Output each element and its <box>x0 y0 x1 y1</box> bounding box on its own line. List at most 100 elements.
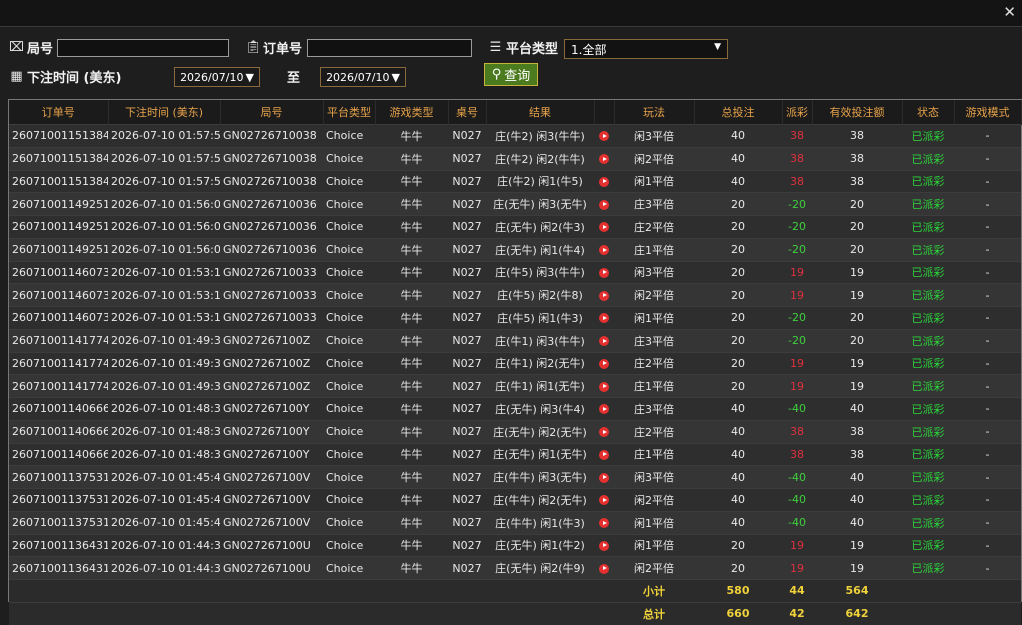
table-row[interactable]: 260710011375311 2026-07-10 01:45:40 GN0272… <box>9 510 1021 534</box>
play-video-icon[interactable] <box>599 199 609 210</box>
search-button[interactable]: ⚲ 查询 <box>484 63 538 86</box>
play-video-icon[interactable] <box>599 518 609 529</box>
cell-round-id: GN02726710033 <box>220 283 323 307</box>
cell-video[interactable] <box>594 465 614 489</box>
table-row[interactable]: 260710011417742 2026-07-10 01:49:32 GN0272… <box>9 351 1021 375</box>
cell-video[interactable] <box>594 442 614 466</box>
play-video-icon[interactable] <box>599 290 609 301</box>
cell-round-id: GN02726710036 <box>220 215 323 239</box>
date-to-picker[interactable]: 2026/07/10 ▼ <box>320 67 406 87</box>
cell-valid-bet: 40 <box>812 488 902 512</box>
cell-valid-bet: 38 <box>812 124 902 148</box>
cell-payout: 38 <box>782 442 812 466</box>
cell-play-type: 庄1平倍 <box>614 374 694 398</box>
table-row[interactable]: 260710011406664 2026-07-10 01:48:35 GN0272… <box>9 419 1021 443</box>
cell-play-type: 庄3平倍 <box>614 192 694 216</box>
table-row[interactable]: 260710011513843 2026-07-10 01:57:59 GN0272… <box>9 169 1021 193</box>
play-video-icon[interactable] <box>599 563 609 574</box>
cell-video[interactable] <box>594 328 614 352</box>
table-row[interactable]: 260710011417743 2026-07-10 01:49:32 GN0272… <box>9 328 1021 352</box>
table-row[interactable]: 260710011513845 2026-07-10 01:57:59 GN0272… <box>9 124 1021 148</box>
table-row[interactable]: 260710011364316 2026-07-10 01:44:37 GN0272… <box>9 533 1021 557</box>
cell-video[interactable] <box>594 169 614 193</box>
round-input[interactable] <box>57 39 229 57</box>
cell-platform-type: Choice <box>323 283 375 307</box>
play-video-icon[interactable] <box>599 449 609 460</box>
cell-video[interactable] <box>594 215 614 239</box>
order-label: 📋︎ 订单号 <box>245 40 303 57</box>
subtotal-row-valid: 564 <box>812 579 902 603</box>
play-video-icon[interactable] <box>599 540 609 551</box>
subtotal-row-payout: 44 <box>782 579 812 603</box>
cell-status: 已派彩 <box>902 283 954 307</box>
table-row[interactable]: 260710011492515 2026-07-10 01:56:01 GN0272… <box>9 192 1021 216</box>
table-row[interactable]: 260710011417741 2026-07-10 01:49:32 GN0272… <box>9 374 1021 398</box>
cell-game-mode: - <box>954 419 1021 443</box>
close-icon[interactable]: ✕ <box>1003 3 1016 21</box>
cell-game-type: 牛牛 <box>375 397 448 421</box>
cell-order-id: 260710011513844 <box>9 146 108 170</box>
cell-table-id: N027 <box>448 419 486 443</box>
table-row[interactable]: 260710011460735 2026-07-10 01:53:18 GN0272… <box>9 260 1021 284</box>
cell-video[interactable] <box>594 510 614 534</box>
play-video-icon[interactable] <box>599 313 609 324</box>
cell-video[interactable] <box>594 488 614 512</box>
play-video-icon[interactable] <box>599 267 609 278</box>
play-video-icon[interactable] <box>599 404 609 415</box>
cell-result: 庄(牛1) 闲3(牛牛) <box>486 328 594 352</box>
cell-status: 已派彩 <box>902 237 954 261</box>
cell-video[interactable] <box>594 374 614 398</box>
play-video-icon[interactable] <box>599 245 609 256</box>
cell-video[interactable] <box>594 124 614 148</box>
cell-video[interactable] <box>594 556 614 580</box>
cell-video[interactable] <box>594 260 614 284</box>
play-video-icon[interactable] <box>599 381 609 392</box>
cell-video[interactable] <box>594 351 614 375</box>
cell-play-type: 闲1平倍 <box>614 510 694 534</box>
cell-total-bet: 20 <box>694 237 782 261</box>
play-video-icon[interactable] <box>599 176 609 187</box>
cell-video[interactable] <box>594 397 614 421</box>
play-video-icon[interactable] <box>599 131 609 142</box>
table-row[interactable]: 260710011375314 2026-07-10 01:45:40 GN0272… <box>9 465 1021 489</box>
cell-valid-bet: 38 <box>812 442 902 466</box>
play-video-icon[interactable] <box>599 358 609 369</box>
cell-video[interactable] <box>594 306 614 330</box>
cell-game-type: 牛牛 <box>375 237 448 261</box>
cell-status: 已派彩 <box>902 419 954 443</box>
cell-result: 庄(无牛) 闲1(无牛) <box>486 442 594 466</box>
cell-table-id: N027 <box>448 397 486 421</box>
table-row[interactable]: 260710011513844 2026-07-10 01:57:59 GN0272… <box>9 146 1021 170</box>
cell-video[interactable] <box>594 419 614 443</box>
cell-payout: -20 <box>782 306 812 330</box>
cell-video[interactable] <box>594 237 614 261</box>
cell-video[interactable] <box>594 192 614 216</box>
cell-game-mode: - <box>954 237 1021 261</box>
order-input[interactable] <box>307 39 472 57</box>
play-video-icon[interactable] <box>599 222 609 233</box>
platform-select[interactable]: 1.全部 ▼ <box>564 39 728 59</box>
cell-video[interactable] <box>594 533 614 557</box>
date-from-picker[interactable]: 2026/07/10 ▼ <box>174 67 260 87</box>
play-video-icon[interactable] <box>599 495 609 506</box>
table-row[interactable]: 260710011375312 2026-07-10 01:45:40 GN0272… <box>9 488 1021 512</box>
cell-video[interactable] <box>594 283 614 307</box>
column-header-game-mode: 游戏模式 <box>954 100 1022 125</box>
cell-game-mode: - <box>954 146 1021 170</box>
table-row[interactable]: 260710011406665 2026-07-10 01:48:35 GN0272… <box>9 397 1021 421</box>
cell-result: 庄(牛2) 闲1(牛5) <box>486 169 594 193</box>
table-row[interactable]: 260710011492512 2026-07-10 01:56:01 GN0272… <box>9 237 1021 261</box>
cell-video[interactable] <box>594 146 614 170</box>
table-row[interactable]: 260710011460734 2026-07-10 01:53:18 GN0272… <box>9 283 1021 307</box>
play-video-icon[interactable] <box>599 336 609 347</box>
play-video-icon[interactable] <box>599 472 609 483</box>
table-row[interactable]: 260710011492513 2026-07-10 01:56:01 GN0272… <box>9 215 1021 239</box>
cell-round-id: GN027267100V <box>220 465 323 489</box>
table-row[interactable]: 260710011406663 2026-07-10 01:48:35 GN0272… <box>9 442 1021 466</box>
cell-round-id: GN027267100Z <box>220 328 323 352</box>
cell-game-mode: - <box>954 488 1021 512</box>
table-row[interactable]: 260710011460733 2026-07-10 01:53:18 GN0272… <box>9 306 1021 330</box>
play-video-icon[interactable] <box>599 154 609 165</box>
play-video-icon[interactable] <box>599 427 609 438</box>
table-row[interactable]: 260710011364315 2026-07-10 01:44:37 GN0272… <box>9 556 1021 580</box>
